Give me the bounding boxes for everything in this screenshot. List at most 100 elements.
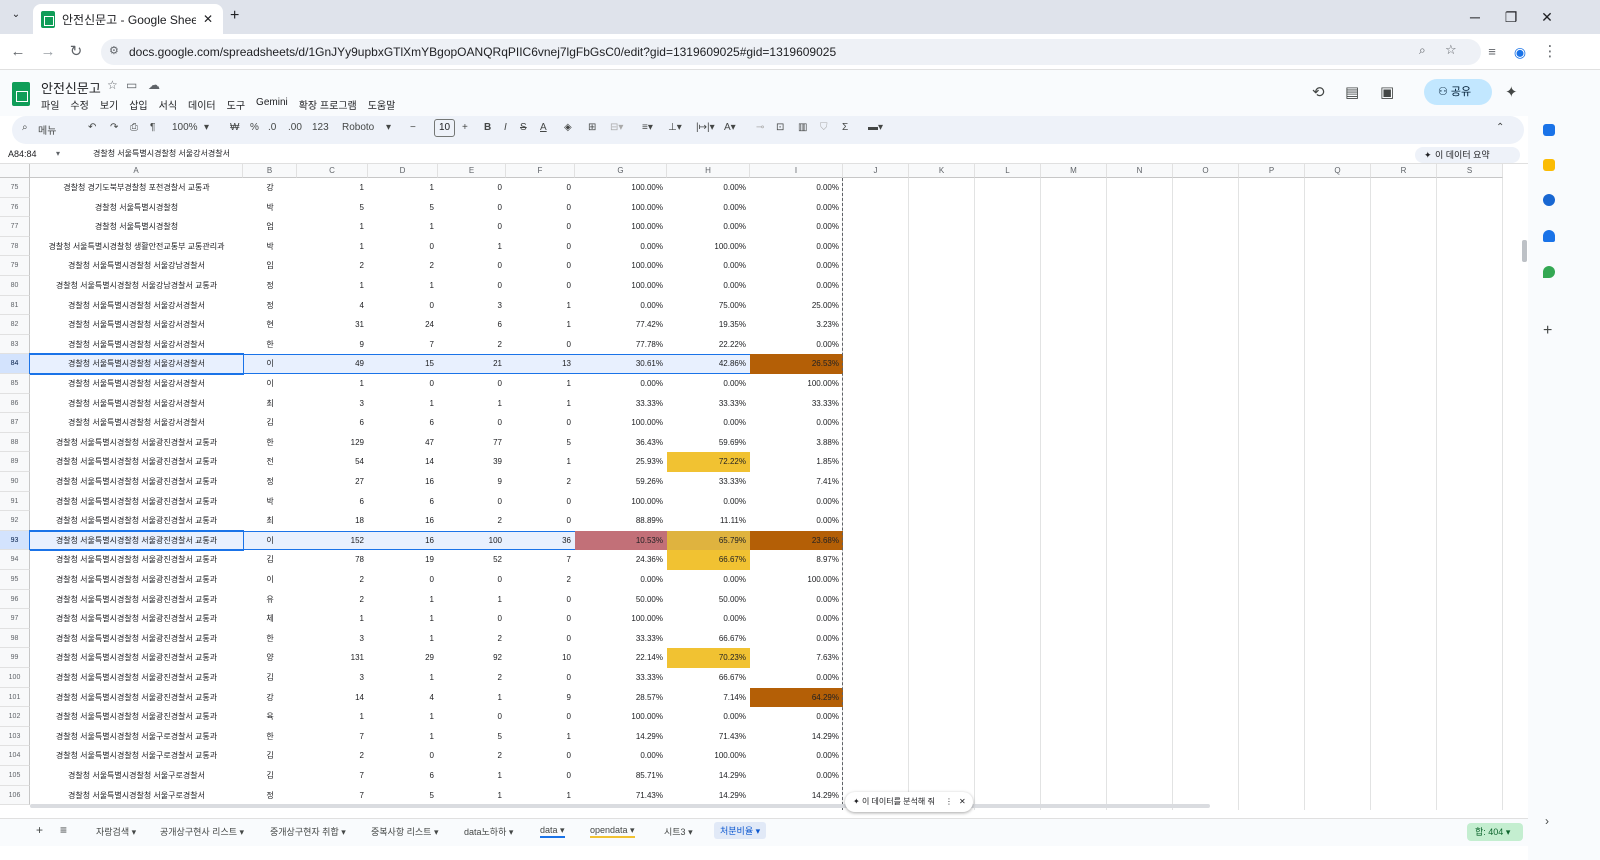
- row-header[interactable]: 106: [0, 785, 30, 806]
- table-cell[interactable]: 경찰청 서울특별시경찰청 서울강서경찰서: [29, 353, 244, 375]
- zoom-select[interactable]: 100%: [172, 122, 198, 133]
- table-cell[interactable]: 4: [368, 688, 438, 708]
- sheet-tab[interactable]: 공개상구현사 리스트 ▾: [160, 825, 244, 838]
- menu-view[interactable]: 보기: [100, 97, 118, 112]
- table-cell[interactable]: 100.00%: [575, 707, 667, 727]
- minimize-icon[interactable]: ─: [1460, 6, 1490, 28]
- table-cell[interactable]: 경찰청 서울특별시경찰청 서울구로경찰서: [30, 766, 243, 786]
- table-cell[interactable]: 경찰청 서울특별시경찰청 서울광진경찰서 교통과: [29, 529, 244, 552]
- table-cell[interactable]: 0.00%: [750, 707, 843, 727]
- row-header[interactable]: 87: [0, 413, 30, 433]
- table-cell[interactable]: 경찰청 서울특별시경찰청 서울광진경찰서 교통과: [30, 452, 243, 472]
- row-header[interactable]: 89: [0, 452, 30, 472]
- table-cell[interactable]: 39: [438, 452, 506, 472]
- strikethrough-icon[interactable]: S: [520, 122, 527, 133]
- column-header[interactable]: J: [843, 164, 909, 178]
- table-cell[interactable]: 2: [297, 590, 368, 610]
- row-header[interactable]: 93: [0, 530, 30, 551]
- document-title[interactable]: 안전신문고: [41, 78, 101, 97]
- forward-icon[interactable]: →: [38, 42, 58, 62]
- fill-color-icon[interactable]: ◈: [564, 122, 572, 133]
- increase-decimal-button[interactable]: .00: [288, 122, 302, 133]
- table-cell[interactable]: 0.00%: [575, 374, 667, 394]
- column-header[interactable]: C: [297, 164, 368, 178]
- row-header[interactable]: 94: [0, 550, 30, 570]
- table-cell[interactable]: 최: [243, 394, 297, 414]
- reload-icon[interactable]: ↻: [66, 42, 86, 62]
- table-cell[interactable]: 26.53%: [750, 354, 843, 374]
- table-cell[interactable]: 강: [243, 688, 297, 708]
- media-control-icon[interactable]: ≡: [1482, 42, 1502, 62]
- analyze-data-chip[interactable]: ✦ 이 데이터를 분석해 줘 ⋮ ✕: [845, 792, 973, 812]
- table-cell[interactable]: 박: [243, 237, 297, 257]
- table-cell[interactable]: 2: [506, 570, 575, 590]
- table-cell[interactable]: 경찰청 서울특별시경찰청 서울강서경찰서: [30, 315, 243, 335]
- filter-icon[interactable]: ⛉: [820, 122, 828, 133]
- table-cell[interactable]: 66.67%: [667, 629, 750, 649]
- table-cell[interactable]: 10.53%: [575, 530, 667, 551]
- table-cell[interactable]: 14: [368, 452, 438, 472]
- table-cell[interactable]: 양: [243, 648, 297, 668]
- table-cell[interactable]: 100.00%: [575, 276, 667, 296]
- table-cell[interactable]: 6: [368, 492, 438, 512]
- table-cell[interactable]: 72.22%: [667, 452, 750, 472]
- menu-file[interactable]: 파일: [41, 97, 59, 112]
- bookmark-star-icon[interactable]: ☆: [1445, 42, 1457, 58]
- get-addons-icon[interactable]: +: [1543, 322, 1552, 340]
- row-header[interactable]: 97: [0, 609, 30, 629]
- table-cell[interactable]: 정: [243, 472, 297, 492]
- row-header[interactable]: 105: [0, 766, 30, 786]
- search-menus-label[interactable]: 메뉴: [38, 122, 56, 137]
- table-cell[interactable]: 0.00%: [750, 492, 843, 512]
- table-cell[interactable]: 3: [297, 629, 368, 649]
- table-cell[interactable]: 1: [438, 590, 506, 610]
- table-cell[interactable]: 0.00%: [750, 766, 843, 786]
- text-wrap-icon[interactable]: |↦|▾: [696, 122, 715, 133]
- row-header[interactable]: 100: [0, 668, 30, 688]
- table-cell[interactable]: 7.14%: [667, 688, 750, 708]
- table-cell[interactable]: 100.00%: [575, 178, 667, 198]
- menu-extensions[interactable]: 확장 프로그램: [299, 97, 357, 112]
- table-cell[interactable]: 65.79%: [667, 530, 750, 551]
- table-cell[interactable]: 정: [243, 276, 297, 296]
- table-cell[interactable]: 0.00%: [667, 198, 750, 218]
- column-header[interactable]: Q: [1305, 164, 1371, 178]
- table-cell[interactable]: 경찰청 서울특별시경찰청 생활안전교통부 교통관리과: [30, 237, 243, 257]
- table-cell[interactable]: 33.33%: [750, 394, 843, 414]
- table-cell[interactable]: 0.00%: [667, 492, 750, 512]
- table-cell[interactable]: 0.00%: [750, 237, 843, 257]
- table-cell[interactable]: 0: [506, 707, 575, 727]
- ai-pill-more-icon[interactable]: ⋮: [945, 792, 953, 812]
- table-cell[interactable]: 5: [368, 198, 438, 218]
- print-icon[interactable]: ⎙: [130, 122, 138, 133]
- table-cell[interactable]: 14: [297, 688, 368, 708]
- table-cell[interactable]: 1: [438, 688, 506, 708]
- row-header[interactable]: 75: [0, 178, 30, 198]
- font-size-input[interactable]: 10: [434, 119, 455, 137]
- table-cell[interactable]: 11.11%: [667, 511, 750, 531]
- column-header[interactable]: E: [438, 164, 506, 178]
- sheet-tab[interactable]: opendata ▾: [590, 825, 635, 838]
- menu-format[interactable]: 서식: [159, 97, 177, 112]
- sheet-tab[interactable]: 처분비율 ▾: [714, 822, 767, 839]
- sheets-logo-icon[interactable]: [12, 82, 30, 106]
- table-cell[interactable]: 0.00%: [750, 256, 843, 276]
- text-rotation-icon[interactable]: A▾: [724, 122, 736, 133]
- row-header[interactable]: 104: [0, 746, 30, 766]
- table-cell[interactable]: 3.88%: [750, 433, 843, 453]
- table-cell[interactable]: 1: [297, 237, 368, 257]
- menu-data[interactable]: 데이터: [188, 97, 216, 112]
- table-cell[interactable]: 25.93%: [575, 452, 667, 472]
- selection-sum-chip[interactable]: 합: 404 ▾: [1467, 823, 1523, 841]
- column-header[interactable]: A: [30, 164, 243, 178]
- italic-icon[interactable]: I: [504, 122, 507, 133]
- table-cell[interactable]: 0: [506, 335, 575, 355]
- table-cell[interactable]: 0: [506, 492, 575, 512]
- table-cell[interactable]: 92: [438, 648, 506, 668]
- cloud-status-icon[interactable]: ☁: [148, 78, 160, 92]
- table-cell[interactable]: 7: [506, 550, 575, 570]
- currency-format-button[interactable]: ₩: [230, 122, 239, 133]
- table-cell[interactable]: 0.00%: [667, 256, 750, 276]
- merge-cells-icon[interactable]: ⊟▾: [610, 122, 623, 133]
- table-cell[interactable]: 1: [297, 609, 368, 629]
